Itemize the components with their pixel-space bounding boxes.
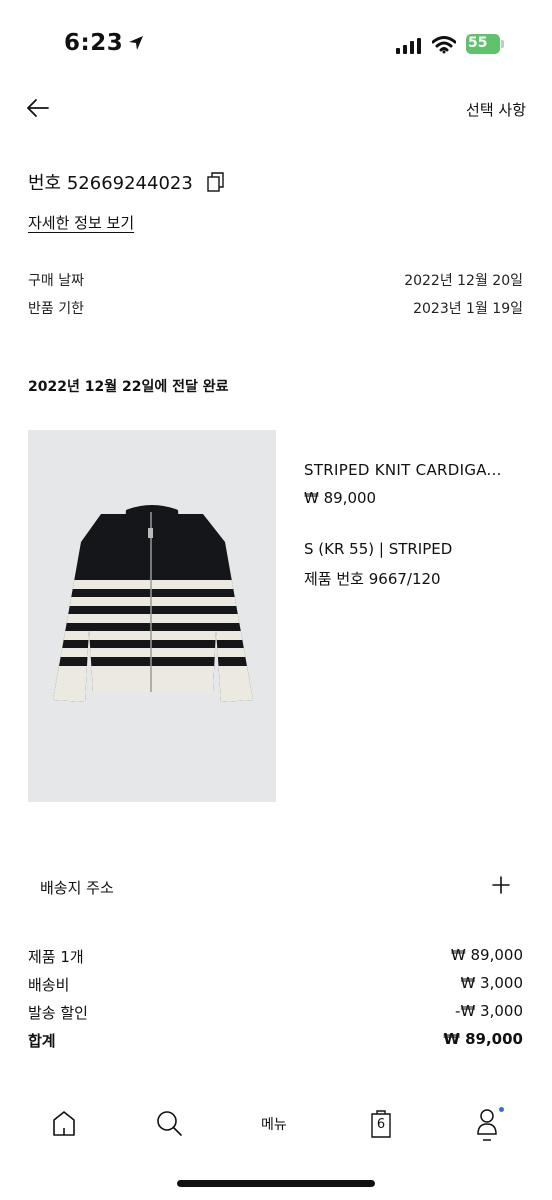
total-label: 합계: [28, 1032, 56, 1050]
back-arrow-icon[interactable]: [24, 94, 52, 122]
product-variant: S (KR 55) | STRIPED: [304, 540, 453, 558]
expand-plus-icon[interactable]: [490, 874, 512, 896]
time-text: 6:23: [64, 30, 124, 56]
order-number-text: 번호 52669244023: [28, 173, 193, 194]
shipping-address-label[interactable]: 배송지 주소: [40, 877, 114, 898]
product-name[interactable]: STRIPED KNIT CARDIGA...: [304, 461, 502, 479]
battery-level: 55: [468, 35, 488, 51]
search-icon[interactable]: [152, 1106, 186, 1140]
purchase-date-label: 구매 날짜: [28, 273, 84, 289]
account-button[interactable]: [470, 1104, 506, 1144]
battery-indicator: 55: [466, 34, 504, 54]
status-bar-time: 6:23: [64, 30, 145, 56]
total-value: ₩ 89,000: [443, 1030, 523, 1048]
order-number: 번호 52669244023: [28, 169, 225, 195]
notification-dot: [499, 1107, 504, 1112]
items-count-label: 제품 1개: [28, 948, 84, 966]
shipping-discount-value: -₩ 3,000: [455, 1002, 523, 1020]
home-icon[interactable]: [47, 1106, 81, 1140]
product-code: 제품 번호 9667/120: [304, 570, 441, 588]
product-image[interactable]: [28, 430, 276, 802]
wifi-icon: [432, 36, 456, 54]
home-indicator[interactable]: [177, 1180, 375, 1187]
shipping-discount-label: 발송 할인: [28, 1004, 88, 1022]
return-deadline-value: 2023년 1월 19일: [413, 301, 523, 317]
location-arrow-icon: [129, 36, 144, 50]
copy-icon[interactable]: [207, 172, 225, 192]
cart-count: 6: [376, 1117, 386, 1132]
cellular-signal-icon: [396, 38, 421, 54]
cart-button[interactable]: 6: [364, 1106, 398, 1140]
menu-button[interactable]: 메뉴: [261, 1114, 287, 1134]
shipping-fee-value: ₩ 3,000: [460, 974, 523, 992]
return-deadline-label: 반품 기한: [28, 301, 84, 317]
view-details-link[interactable]: 자세한 정보 보기: [28, 212, 134, 233]
options-button[interactable]: 선택 사항: [466, 99, 526, 120]
striped-cardigan-picture: [53, 505, 253, 702]
purchase-date-value: 2022년 12월 20일: [404, 273, 523, 289]
shipping-fee-label: 배송비: [28, 976, 70, 994]
delivery-status: 2022년 12월 22일에 전달 완료: [28, 379, 229, 395]
product-price: ₩ 89,000: [304, 489, 377, 507]
items-subtotal-value: ₩ 89,000: [450, 946, 523, 964]
